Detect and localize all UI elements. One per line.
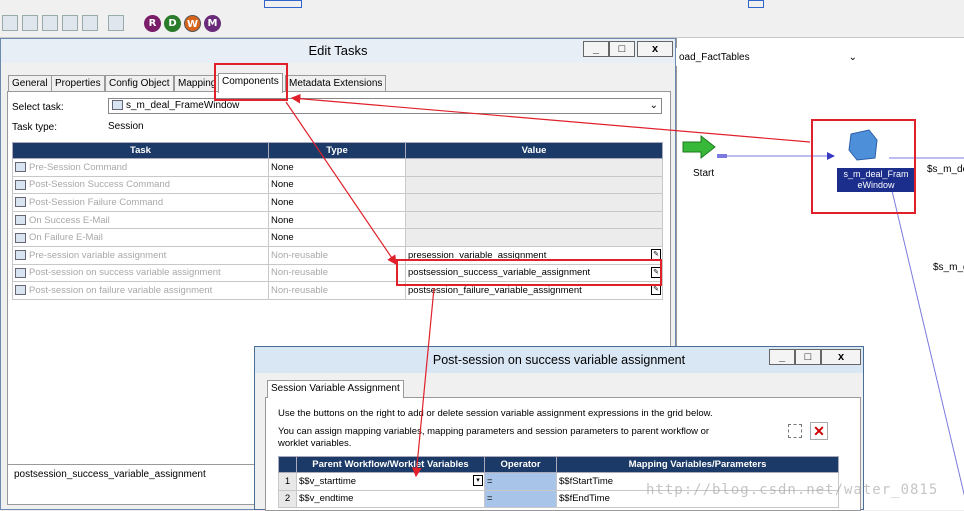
value-cell[interactable] — [405, 228, 663, 247]
value-cell[interactable] — [405, 210, 663, 230]
folder-icon[interactable] — [62, 15, 78, 31]
table-row[interactable]: Pre-Session Command None — [12, 158, 663, 177]
task-cell: Pre-Session Command — [12, 158, 269, 177]
row-index: 1 — [278, 472, 297, 491]
task-cell: Pre-session variable assignment — [12, 245, 269, 265]
downstream-label-2: $s_m_d — [933, 262, 964, 273]
maximize-button[interactable]: □ — [795, 349, 821, 365]
task-icon — [15, 162, 26, 173]
repository-manager-icon[interactable]: R — [144, 15, 161, 32]
parent-variable-cell[interactable]: $$v_starttime ▾ — [296, 472, 485, 491]
column-header-index — [278, 456, 297, 473]
table-row[interactable]: Post-Session Failure Command None — [12, 193, 663, 212]
highlight-value-cell — [396, 259, 662, 286]
task-cell: Post-session on success variable assignm… — [12, 263, 269, 283]
task-icon — [15, 267, 26, 278]
column-header-value: Value — [405, 142, 663, 159]
type-cell[interactable]: Non-reusable — [268, 245, 406, 265]
task-cell: On Success E-Mail — [12, 210, 269, 230]
tab-metadata-extensions[interactable]: Metadata Extensions — [285, 75, 387, 91]
watermark: http://blog.csdn.net/water_0815 — [646, 482, 939, 498]
task-icon — [15, 197, 26, 208]
column-header-mapping: Mapping Variables/Parameters — [556, 456, 839, 473]
parent-variable-cell[interactable]: $$v_endtime — [296, 489, 485, 509]
options-icon[interactable] — [108, 15, 124, 31]
instruction-text: worklet variables. — [278, 438, 352, 449]
value-cell[interactable] — [405, 193, 663, 212]
zoom-control[interactable] — [264, 0, 302, 8]
select-task-dropdown[interactable]: s_m_deal_FrameWindow ⌄ — [108, 98, 662, 114]
add-row-icon[interactable] — [788, 424, 802, 438]
workflow-selector[interactable]: oad_FactTables ⌄ — [676, 48, 862, 66]
task-cell: Post-Session Failure Command — [12, 193, 269, 212]
tab-config-object[interactable]: Config Object — [105, 75, 174, 91]
maximize-button[interactable]: □ — [609, 41, 635, 57]
delete-row-icon[interactable]: ✕ — [810, 422, 828, 440]
workflow-monitor-icon[interactable]: M — [204, 15, 221, 32]
value-cell[interactable] — [405, 175, 663, 195]
type-cell[interactable]: None — [268, 158, 406, 177]
task-cell: On Failure E-Mail — [12, 228, 269, 247]
designer-icon[interactable]: D — [164, 15, 181, 32]
repository-icon[interactable] — [2, 15, 18, 31]
minimize-button[interactable]: _ — [769, 349, 795, 365]
task-type-label: Task type: — [12, 122, 58, 133]
type-cell[interactable]: Non-reusable — [268, 281, 406, 300]
task-cell: Post-session on failure variable assignm… — [12, 281, 269, 300]
properties-icon[interactable] — [82, 15, 98, 31]
minimize-button[interactable]: _ — [583, 41, 609, 57]
instruction-text: Use the buttons on the right to add or d… — [278, 408, 713, 419]
table-row[interactable]: On Success E-Mail None — [12, 210, 663, 230]
column-header-type: Type — [268, 142, 406, 159]
task-icon — [15, 285, 26, 296]
row-index: 2 — [278, 489, 297, 509]
main-toolbar: R D W M — [0, 0, 964, 38]
table-row[interactable]: On Failure E-Mail None — [12, 228, 663, 247]
chevron-down-icon: ⌄ — [848, 52, 857, 63]
highlight-session-node — [811, 119, 916, 214]
select-task-label: Select task: — [12, 102, 64, 113]
value-cell[interactable] — [405, 158, 663, 177]
operator-cell[interactable]: = — [484, 489, 557, 509]
workflow-manager-icon[interactable]: W — [184, 15, 201, 32]
type-cell[interactable]: None — [268, 210, 406, 230]
task-icon — [15, 232, 26, 243]
type-cell[interactable]: Non-reusable — [268, 263, 406, 283]
column-header-task: Task — [12, 142, 269, 159]
column-header-parent: Parent Workflow/Worklet Variables — [296, 456, 485, 473]
select-tool-icon[interactable] — [748, 0, 764, 8]
tab-general[interactable]: General — [8, 75, 52, 91]
dropdown-icon[interactable]: ▾ — [473, 475, 483, 486]
tab-properties[interactable]: Properties — [51, 75, 105, 91]
tab-session-variable-assignment[interactable]: Session Variable Assignment — [267, 380, 404, 398]
close-button[interactable]: x — [821, 349, 861, 365]
downstream-label-1: $s_m_de — [927, 164, 964, 175]
chevron-down-icon: ⌄ — [649, 100, 658, 111]
task-type-value: Session — [108, 121, 144, 132]
disconnect-icon[interactable] — [42, 15, 58, 31]
instruction-text: You can assign mapping variables, mappin… — [278, 426, 710, 437]
dialog-title: Edit Tasks — [1, 39, 675, 63]
task-icon — [15, 215, 26, 226]
close-button[interactable]: x — [637, 41, 673, 57]
type-cell[interactable]: None — [268, 193, 406, 212]
tab-components[interactable]: Components — [218, 73, 283, 93]
task-icon — [15, 250, 26, 261]
task-cell: Post-Session Success Command — [12, 175, 269, 195]
type-cell[interactable]: None — [268, 228, 406, 247]
table-row[interactable]: Post-Session Success Command None — [12, 175, 663, 195]
type-cell[interactable]: None — [268, 175, 406, 195]
connect-icon[interactable] — [22, 15, 38, 31]
operator-cell[interactable]: = — [484, 472, 557, 491]
column-header-operator: Operator — [484, 456, 557, 473]
session-icon — [112, 100, 123, 111]
task-icon — [15, 179, 26, 190]
